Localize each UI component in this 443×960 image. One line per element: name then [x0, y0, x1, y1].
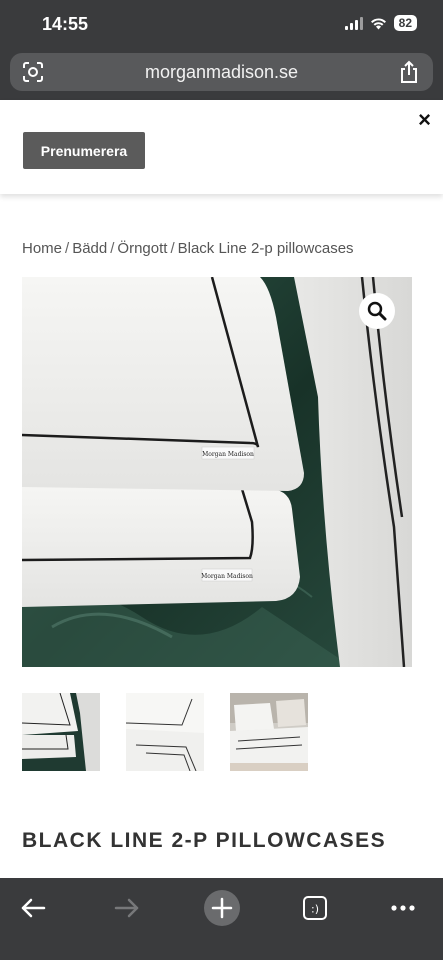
tabs-button[interactable]: :): [293, 886, 337, 930]
wifi-icon: [370, 17, 386, 29]
status-time: 14:55: [42, 14, 89, 34]
breadcrumb: Home / Bädd / Örngott / Black Line 2-p pillowc…: [22, 240, 354, 257]
breadcrumb-badd[interactable]: Bädd: [72, 240, 107, 257]
back-button[interactable]: [11, 886, 55, 930]
more-icon: [391, 905, 415, 911]
close-icon[interactable]: ×: [418, 109, 431, 131]
battery-indicator: 82: [393, 15, 417, 31]
subscribe-button[interactable]: Prenumerera: [23, 132, 145, 169]
status-icons: 82: [344, 15, 417, 31]
zoom-button[interactable]: [359, 293, 395, 329]
breadcrumb-home[interactable]: Home: [22, 240, 62, 257]
share-icon[interactable]: [399, 60, 419, 89]
breadcrumb-current: Black Line 2-p pillowcases: [177, 240, 354, 257]
browser-bottom-bar: :): [0, 878, 443, 960]
breadcrumb-orngott[interactable]: Örngott: [117, 240, 167, 257]
new-tab-button[interactable]: [200, 886, 244, 930]
svg-text::): :): [311, 903, 319, 916]
more-button[interactable]: [381, 886, 425, 930]
pillowcase-photo: Morgan Madison Morgan Madison: [22, 277, 412, 667]
back-arrow-icon: [21, 898, 46, 918]
label-text: Morgan Madison: [202, 451, 254, 458]
browser-toolbar: morganmadison.se: [0, 50, 443, 100]
subscribe-banner: Prenumerera ×: [0, 100, 443, 194]
new-tab-icon: [204, 890, 240, 926]
forward-arrow-icon: [114, 898, 139, 918]
product-thumbnail-1[interactable]: [22, 693, 100, 771]
label-text: Morgan Madison: [201, 573, 253, 580]
zoom-icon: [367, 301, 387, 321]
tabs-icon: :): [303, 896, 327, 920]
forward-button[interactable]: [105, 886, 149, 930]
product-thumbnail-3[interactable]: [230, 693, 308, 771]
status-bar: 14:55 82: [0, 0, 443, 50]
product-main-image[interactable]: Morgan Madison Morgan Madison: [22, 277, 412, 667]
url-text[interactable]: morganmadison.se: [10, 62, 433, 83]
product-title: BLACK LINE 2-P PILLOWCASES: [22, 829, 387, 852]
address-bar[interactable]: morganmadison.se: [10, 53, 433, 91]
signal-icon: [344, 16, 363, 30]
product-thumbnail-2[interactable]: [126, 693, 204, 771]
